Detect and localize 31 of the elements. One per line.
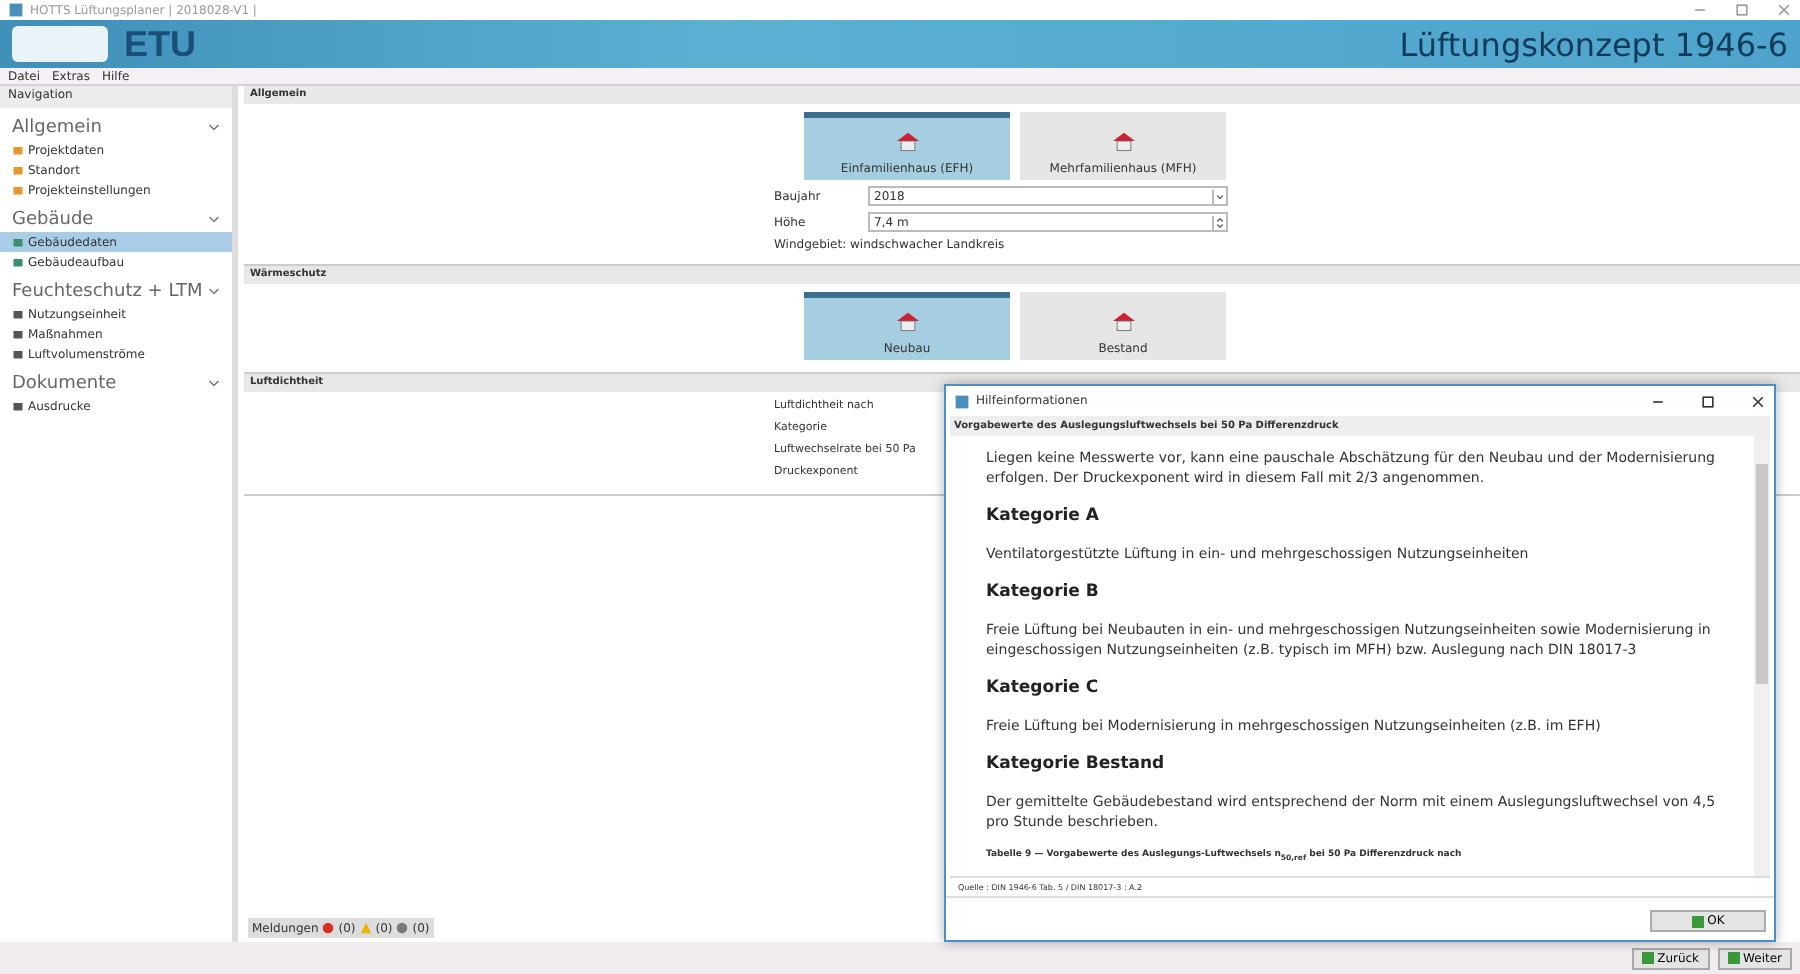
info-icon [396,922,409,934]
item-icon [12,400,24,412]
app-icon [8,2,24,18]
house-icon [1109,130,1137,152]
group-heading: Allgemein [12,118,104,138]
app-title: Lüftungskonzept 1946-6 [1399,25,1788,63]
spinner-icon[interactable] [1212,215,1226,229]
category-heading: Kategorie C [986,678,1101,698]
house-icon [893,310,921,332]
scrollbar[interactable] [1754,436,1770,876]
category-heading: Kategorie B [986,582,1101,602]
chevron-icon[interactable] [208,286,220,298]
group-heading: Dokumente [12,374,119,394]
error-icon [322,922,335,934]
chevron-icon[interactable] [208,122,220,134]
dropdown-icon[interactable] [1212,189,1226,203]
maximize-icon[interactable] [1700,393,1716,409]
house-icon [1109,310,1137,332]
warning-icon [359,922,372,934]
app-icon [954,393,970,409]
chevron-icon[interactable] [208,214,220,226]
chevron-icon[interactable] [208,378,220,390]
scrollbar-thumb[interactable] [1756,464,1768,684]
group-heading: Gebäude [12,210,96,230]
product-logo: ETU [124,23,196,65]
house-icon [893,130,921,152]
category-heading: Kategorie Bestand [986,754,1167,774]
category-heading: Kategorie A [986,506,1101,526]
brand-logo-drawing [12,26,108,62]
group-heading: Feuchteschutz + LTM [12,282,205,302]
close-icon[interactable] [1750,393,1766,409]
